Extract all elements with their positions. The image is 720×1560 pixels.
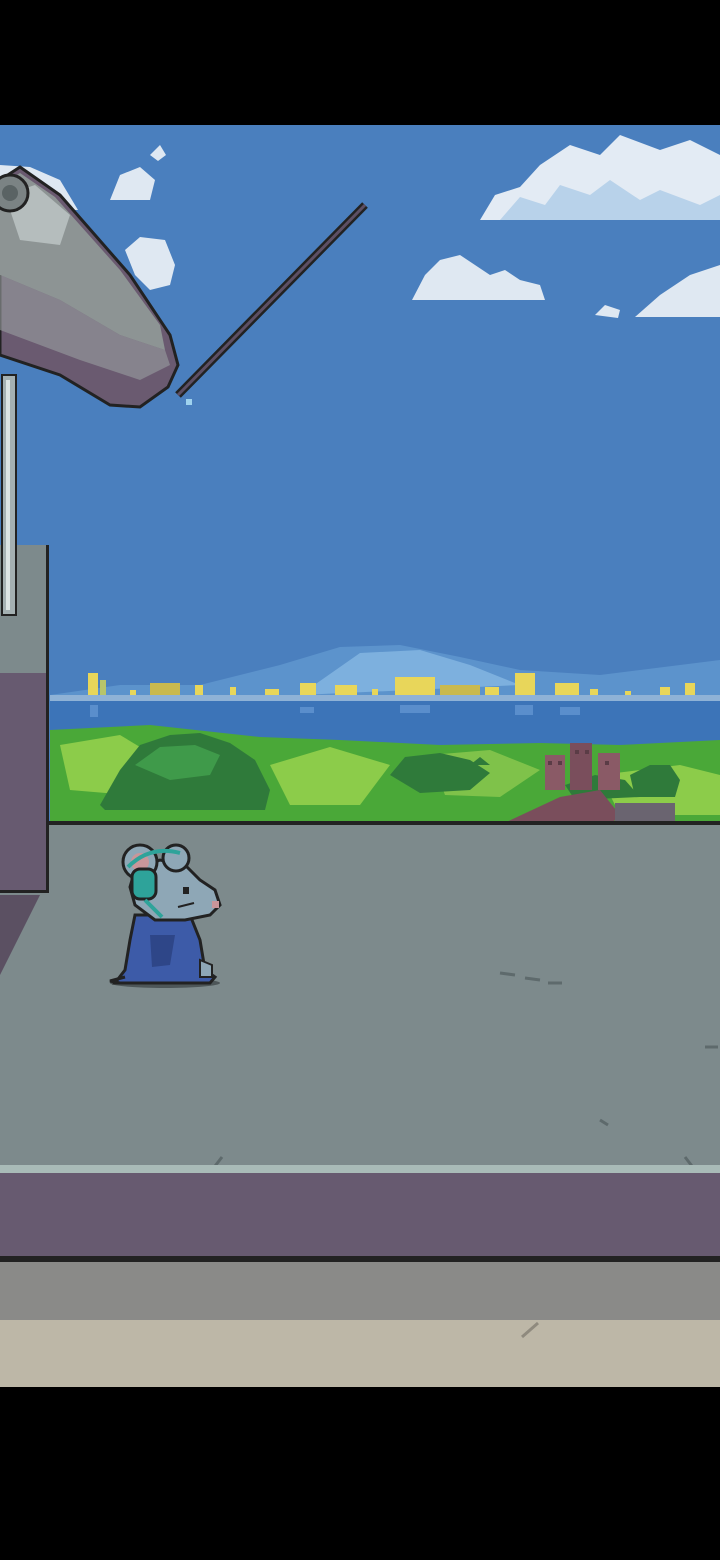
rooftop-ledge bbox=[0, 1173, 720, 1258]
bottom-letterbox bbox=[0, 1387, 720, 1560]
rooftop-edge bbox=[0, 821, 720, 825]
rooftop-floor bbox=[0, 823, 720, 1168]
sidewalk bbox=[0, 1320, 720, 1387]
ledge-shadow bbox=[0, 1256, 720, 1262]
rooftop-ledge-top bbox=[0, 1165, 720, 1173]
mouse-nose bbox=[212, 901, 219, 908]
headphone-cup bbox=[130, 867, 158, 901]
game-scene[interactable] bbox=[0, 125, 720, 1387]
shoreline bbox=[50, 695, 720, 701]
mouse-eye bbox=[183, 887, 189, 894]
scene-canvas[interactable] bbox=[0, 125, 720, 1387]
top-letterbox bbox=[0, 0, 720, 125]
street bbox=[0, 1262, 720, 1320]
